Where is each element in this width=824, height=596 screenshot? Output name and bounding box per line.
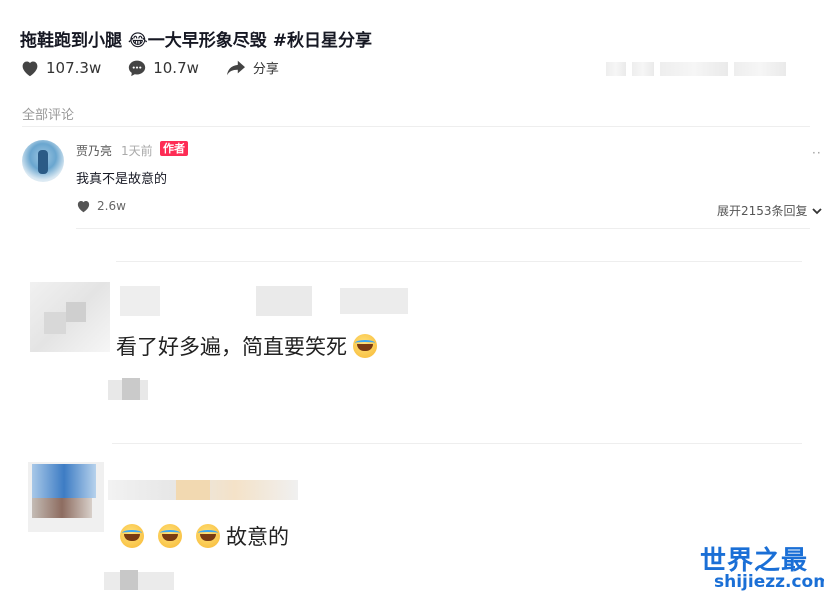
comment-text-2: 看了好多遍，简直要笑死 [116, 331, 377, 361]
watermark-url: shijiezz.com [714, 572, 824, 592]
all-comments-header: 全部评论 [22, 108, 75, 123]
chevron-down-icon [811, 207, 822, 214]
laughing-crying-emoji-icon [120, 524, 144, 548]
blurred-like-count [104, 570, 174, 592]
author-badge: 作者 [160, 141, 188, 156]
comment-time: 1天前 [121, 144, 153, 158]
comment-text: 我真不是故意的 [76, 172, 168, 187]
comment-icon [129, 60, 146, 76]
expand-replies-button[interactable]: 展开2153条回复 [717, 202, 822, 219]
blurred-username [108, 480, 298, 502]
like-count: 107.3w [46, 58, 102, 77]
comment-text-3-label: 故意的 [226, 525, 289, 549]
divider [116, 261, 802, 262]
laughing-crying-emoji-icon [353, 334, 377, 358]
like-stat[interactable]: 107.3w [20, 59, 101, 77]
divider [112, 443, 802, 444]
blurred-like-count [108, 378, 178, 402]
comment-count: 10.7w [153, 58, 199, 77]
divider [22, 126, 810, 127]
blurred-author-info [606, 62, 792, 76]
post-title: 拖鞋跑到小腿 😂一大早形象尽毁 #秋日星分享 [20, 31, 372, 51]
heart-icon [22, 60, 38, 76]
divider [76, 228, 810, 229]
blurred-username [120, 282, 410, 318]
comment-like-count: 2.6w [97, 199, 126, 213]
blurred-avatar [28, 462, 104, 532]
blurred-avatar [30, 282, 110, 352]
laughing-crying-emoji-icon [196, 524, 220, 548]
comment-stat[interactable]: 10.7w [127, 59, 199, 77]
share-arrow-icon [226, 60, 245, 75]
post-stats: 107.3w 10.7w 分享 [20, 58, 305, 77]
comment-username[interactable]: 贾乃亮 [76, 142, 112, 159]
comment-text-3: 故意的 [114, 521, 289, 551]
heart-icon [77, 201, 90, 213]
comment-text-2-label: 看了好多遍，简直要笑死 [116, 335, 347, 359]
comment-like-button[interactable]: 2.6w [76, 199, 126, 213]
avatar[interactable] [22, 140, 64, 182]
more-options-icon[interactable]: ·· [812, 146, 822, 160]
expand-replies-label: 展开2153条回复 [717, 204, 808, 218]
share-button[interactable]: 分享 [225, 58, 279, 77]
laughing-crying-emoji-icon [158, 524, 182, 548]
share-label: 分享 [252, 62, 279, 77]
